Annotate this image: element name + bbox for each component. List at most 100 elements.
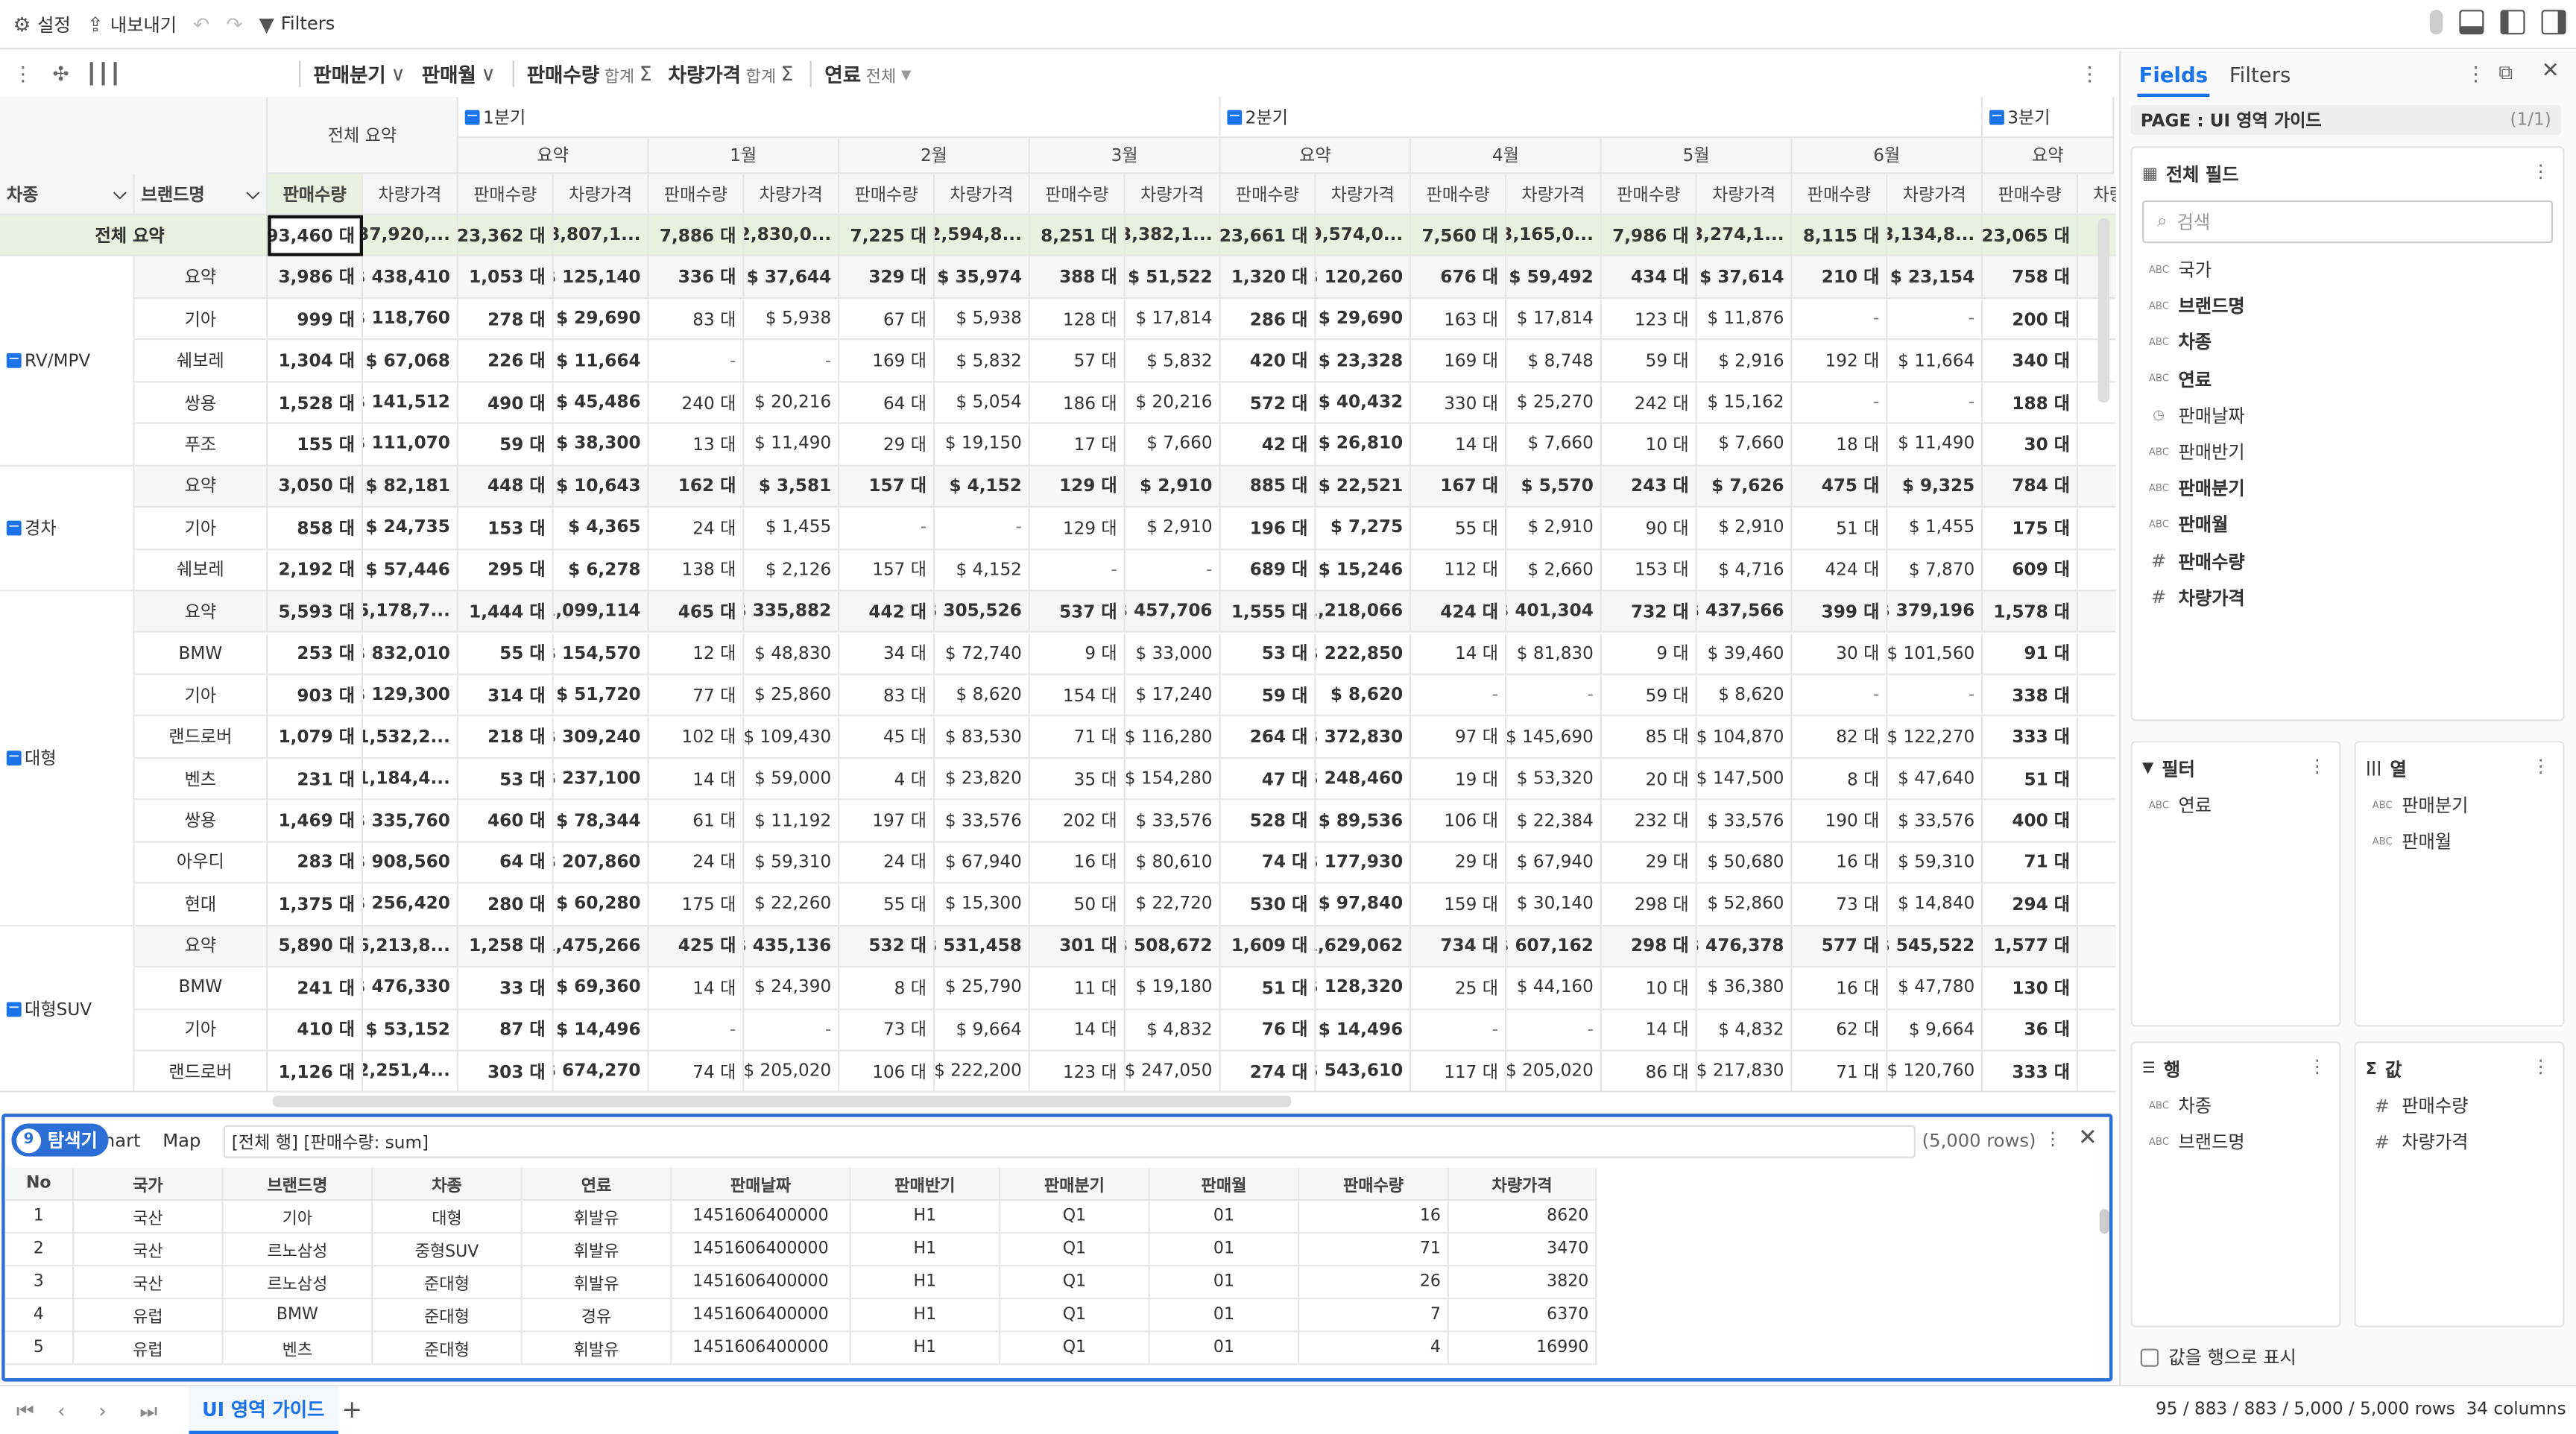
table-cell[interactable]: 1,375 대 xyxy=(268,884,364,926)
table-cell[interactable]: 74 대 xyxy=(648,1051,745,1093)
table-cell[interactable]: 175 대 xyxy=(1983,508,2079,550)
table-cell[interactable]: 53 대 xyxy=(458,758,554,800)
table-cell[interactable]: $ 335,882 xyxy=(744,591,840,634)
table-cell[interactable]: $ 67,940 xyxy=(1506,842,1602,885)
explorer-cell[interactable]: 르노삼성 xyxy=(223,1266,373,1300)
table-cell[interactable]: 74 대 xyxy=(1220,842,1316,885)
table-cell[interactable]: 162 대 xyxy=(648,466,745,508)
tab-map[interactable]: Map xyxy=(162,1130,201,1152)
table-cell[interactable]: 434 대 xyxy=(1601,256,1697,299)
row-group-0[interactable]: − RV/MPV xyxy=(0,256,135,467)
explorer-cell[interactable]: 01 xyxy=(1149,1201,1300,1234)
table-cell[interactable]: 29 대 xyxy=(839,424,935,467)
measure-header[interactable]: 차량가격 xyxy=(1506,174,1602,215)
explorer-cell[interactable]: 1451606400000 xyxy=(672,1332,851,1365)
table-cell[interactable]: 19 대 xyxy=(1411,758,1507,800)
table-cell[interactable]: $ 217,830 xyxy=(1696,1051,1793,1093)
field-item[interactable]: ABC 판매월 xyxy=(2149,511,2229,537)
table-cell[interactable]: 76 대 xyxy=(1220,1009,1316,1052)
table-cell[interactable]: $ 247,050 xyxy=(1125,1051,1221,1093)
table-cell[interactable]: 50 대 xyxy=(1029,884,1126,926)
table-cell[interactable]: $ 25,860 xyxy=(744,675,840,717)
table-cell[interactable]: $ 147,500 xyxy=(1696,758,1793,800)
table-cell[interactable]: 243 대 xyxy=(1601,466,1697,508)
table-cell[interactable]: $ 545,522 xyxy=(1887,926,1983,968)
table-cell[interactable]: $ 237,100 xyxy=(553,758,649,800)
explorer-cell[interactable]: Q1 xyxy=(1000,1201,1150,1234)
collapse-icon[interactable]: − xyxy=(1227,108,1243,124)
filter-item[interactable]: ABC 연료 xyxy=(2149,792,2212,818)
table-cell[interactable]: 278 대 xyxy=(458,298,554,341)
table-cell[interactable]: $ 125,140 xyxy=(553,256,649,299)
table-cell[interactable]: $ 83,530 xyxy=(935,716,1030,759)
table-cell[interactable]: 286 대 xyxy=(1220,298,1316,341)
explorer-cell[interactable]: 3 xyxy=(4,1266,75,1300)
table-cell[interactable]: $ 15,300 xyxy=(935,884,1030,926)
explorer-column-header[interactable]: No xyxy=(4,1168,75,1201)
table-cell[interactable]: 129 대 xyxy=(1029,508,1126,550)
columns-icon[interactable]: ┃┃┃ xyxy=(86,63,121,86)
add-sheet-button[interactable]: + xyxy=(341,1394,362,1424)
table-cell[interactable]: $ 59,492 xyxy=(1506,256,1602,299)
explorer-cell[interactable]: Q1 xyxy=(1000,1266,1150,1300)
table-cell[interactable]: 196 대 xyxy=(1220,508,1316,550)
table-cell[interactable]: $ 109,430 xyxy=(744,716,840,759)
table-cell[interactable]: $ 51,522 xyxy=(1125,256,1221,299)
explorer-cell[interactable]: Q1 xyxy=(1000,1234,1150,1267)
toggle-icon[interactable] xyxy=(2429,10,2443,35)
table-cell[interactable]: 338 대 xyxy=(1983,675,2079,717)
table-cell[interactable]: $ 674,270 xyxy=(553,1051,649,1093)
table-cell[interactable]: 1,578 대 xyxy=(1983,591,2079,634)
explorer-column-header[interactable]: 판매날짜 xyxy=(672,1168,851,1201)
explorer-cell[interactable]: 휘발유 xyxy=(522,1234,672,1267)
table-cell[interactable]: 57 대 xyxy=(1029,340,1126,383)
table-cell[interactable] xyxy=(2078,508,2116,550)
table-cell[interactable]: 298 대 xyxy=(1601,884,1697,926)
table-cell[interactable]: 14 대 xyxy=(648,758,745,800)
table-cell[interactable]: 858 대 xyxy=(268,508,364,550)
filters-toggle[interactable]: ▼ Filters xyxy=(259,13,335,36)
explorer-column-header[interactable]: 국가 xyxy=(74,1168,224,1201)
table-cell[interactable]: 47 대 xyxy=(1220,758,1316,800)
explorer-column-header[interactable]: 판매월 xyxy=(1149,1168,1300,1201)
table-cell[interactable]: $ 129,300 xyxy=(363,675,458,717)
table-cell[interactable]: $ 8,620 xyxy=(935,675,1030,717)
row-group-1[interactable]: − 경차 xyxy=(0,466,135,592)
measure-header[interactable]: 차량가격 xyxy=(2078,174,2116,215)
table-cell[interactable]: 314 대 xyxy=(458,675,554,717)
pivot-horizontal-scrollbar[interactable] xyxy=(272,1096,1292,1108)
table-cell[interactable]: $ 6,278 xyxy=(553,549,649,592)
table-cell[interactable]: $ 14,840 xyxy=(1887,884,1983,926)
row-header-vehicle-type[interactable]: 차종 ⌵ xyxy=(0,174,135,215)
table-cell[interactable]: $ 35,974 xyxy=(935,256,1030,299)
table-cell[interactable]: $ 67,068 xyxy=(363,340,458,383)
table-cell[interactable]: $ 7,626 xyxy=(1696,466,1793,508)
table-cell[interactable]: 9 대 xyxy=(1029,633,1126,675)
table-cell[interactable]: $ 3,581 xyxy=(744,466,840,508)
table-cell[interactable]: 442 대 xyxy=(839,591,935,634)
table-cell[interactable]: 73 대 xyxy=(839,1009,935,1052)
grand-total-cell[interactable]: 93,460 대 xyxy=(268,215,364,257)
table-cell[interactable] xyxy=(2078,1052,2116,1093)
table-cell[interactable]: $ 118,760 xyxy=(363,298,458,341)
field-item[interactable]: ABC 차종 xyxy=(2149,329,2212,356)
explorer-cell[interactable]: 벤츠 xyxy=(223,1332,373,1365)
explorer-cell[interactable]: 3820 xyxy=(1448,1266,1597,1300)
table-cell[interactable]: $ 82,181 xyxy=(363,466,458,508)
table-cell[interactable]: 129 대 xyxy=(1029,466,1126,508)
table-cell[interactable]: $ 8,620 xyxy=(1316,675,1412,717)
table-cell[interactable]: 301 대 xyxy=(1029,926,1126,968)
column-group-quarter[interactable]: −3분기 xyxy=(1983,97,2115,139)
grand-total-cell[interactable]: $ 2,830,0... xyxy=(744,215,840,257)
table-cell[interactable]: $ 36,380 xyxy=(1696,967,1793,1010)
table-cell[interactable]: $ 20,216 xyxy=(1125,382,1221,425)
table-cell[interactable]: 1,444 대 xyxy=(458,591,554,634)
row-header-brand[interactable]: 브랜드명 ⌵ xyxy=(134,174,268,215)
grand-total-cell[interactable] xyxy=(2078,215,2116,257)
table-cell[interactable]: $ 1,099,114 xyxy=(553,591,649,634)
pivot-pill[interactable]: 판매수량 합계 Σ xyxy=(527,60,652,87)
table-cell[interactable]: $ 120,260 xyxy=(1316,256,1412,299)
table-cell[interactable]: $ 26,810 xyxy=(1316,424,1412,467)
table-cell[interactable]: $ 1,475,266 xyxy=(553,926,649,968)
table-cell[interactable]: $ 335,760 xyxy=(363,800,458,843)
